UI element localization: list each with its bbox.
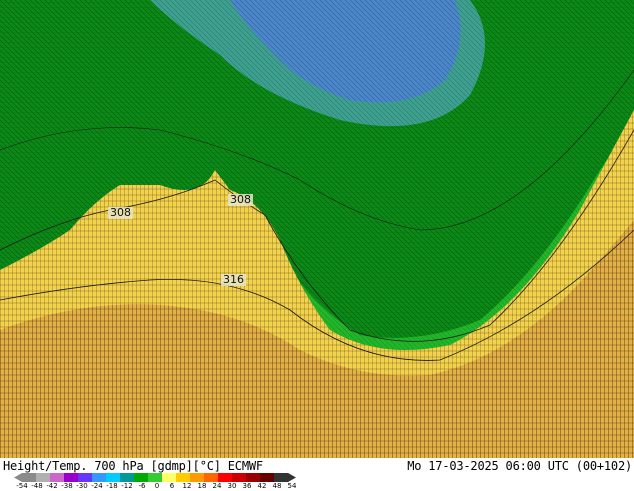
colorbar-segment (78, 473, 93, 482)
colorbar-tick-label: 48 (272, 482, 282, 490)
colorbar-right-arrow (288, 473, 296, 482)
contour-label-308-left: 308 (108, 206, 133, 219)
colorbar-segment (274, 473, 289, 482)
colorbar-tick-label: -48 (31, 482, 43, 490)
colorbar-segment (162, 473, 177, 482)
colorbar-segment (50, 473, 65, 482)
colorbar-segment (260, 473, 275, 482)
colorbar-tick-label: 6 (169, 482, 175, 490)
temperature-colorbar (14, 473, 296, 482)
colorbar-tick-label: -18 (106, 482, 118, 490)
colorbar-tick-label: -24 (91, 482, 103, 490)
colorbar-left-arrow (14, 473, 22, 482)
colorbar-segment (176, 473, 191, 482)
colorbar-tick-label: 24 (212, 482, 222, 490)
colorbar-tick-label: 0 (154, 482, 160, 490)
weather-map (0, 0, 634, 458)
colorbar-segment (218, 473, 233, 482)
colorbar-tick-label: -42 (46, 482, 58, 490)
colorbar-tick-label: 18 (197, 482, 207, 490)
contour-label-308-right: 308 (228, 193, 253, 206)
colorbar-segment (92, 473, 107, 482)
colorbar-segment (204, 473, 219, 482)
colorbar-tick-label: -12 (121, 482, 133, 490)
colorbar-tick-label: 42 (257, 482, 267, 490)
map-title: Height/Temp. 700 hPa [gdmp][°C] ECMWF (3, 459, 263, 473)
colorbar-tick-label: -6 (138, 482, 146, 490)
colorbar-segment (36, 473, 51, 482)
contour-label-316: 316 (221, 273, 246, 286)
colorbar-segment (232, 473, 247, 482)
colorbar-segment (246, 473, 261, 482)
colorbar-segment (64, 473, 79, 482)
colorbar-tick-label: 30 (227, 482, 237, 490)
footer-bar: Height/Temp. 700 hPa [gdmp][°C] ECMWF Mo… (0, 458, 634, 490)
colorbar-tick-label: 36 (242, 482, 252, 490)
colorbar-segment (106, 473, 121, 482)
colorbar-tick-label: 54 (287, 482, 297, 490)
colorbar-segment (148, 473, 163, 482)
colorbar-segment (190, 473, 205, 482)
colorbar-tick-label: -30 (76, 482, 88, 490)
colorbar-segment (120, 473, 135, 482)
colorbar-tick-label: 12 (182, 482, 192, 490)
colorbar-tick-label: -54 (16, 482, 28, 490)
colorbar-segment (134, 473, 149, 482)
map-datetime: Mo 17-03-2025 06:00 UTC (00+102) (407, 459, 632, 473)
colorbar-tick-label: -38 (61, 482, 73, 490)
colorbar-segment (22, 473, 37, 482)
